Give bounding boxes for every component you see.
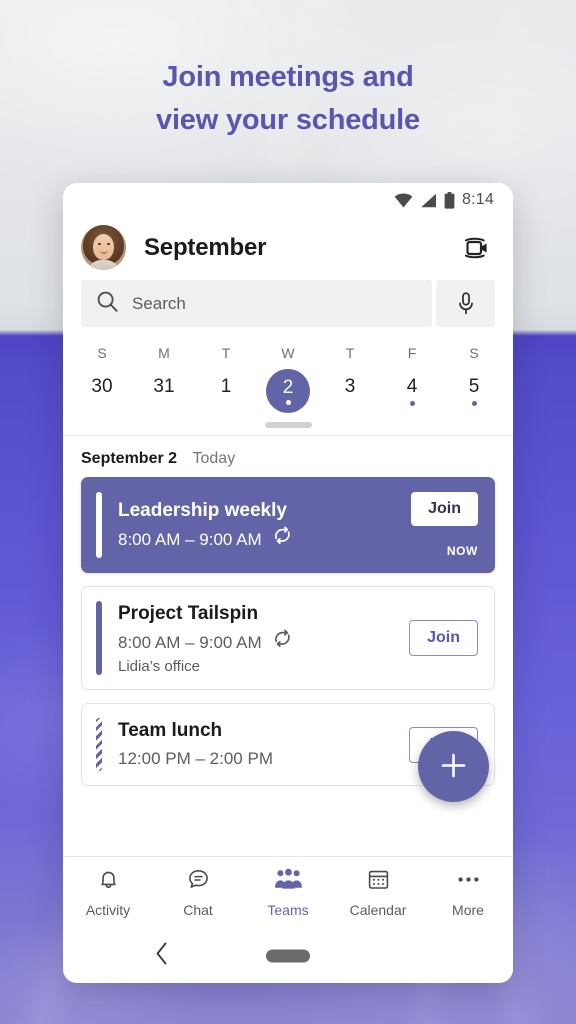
- event-title: Project Tailspin: [118, 603, 259, 624]
- promo-headline-line2: view your schedule: [156, 104, 420, 136]
- dow-label: F: [407, 345, 417, 361]
- day-number: 4: [406, 375, 418, 397]
- day-number: 30: [91, 375, 113, 397]
- dow-label: S: [469, 345, 479, 361]
- search-placeholder: Search: [132, 293, 186, 313]
- nav-item-activity[interactable]: Activity: [63, 867, 153, 918]
- day-number: 3: [344, 375, 356, 397]
- plus-icon: [438, 750, 469, 784]
- agenda-list: Leadership weekly 8:00 AM – 9:00 AM Join: [63, 468, 513, 802]
- day-number: 31: [153, 375, 175, 397]
- event-accent-bar-tentative: [96, 718, 102, 771]
- nav-item-more[interactable]: More: [423, 867, 513, 918]
- nav-label: Calendar: [349, 902, 407, 918]
- event-dot: [285, 399, 291, 405]
- dow-cell: M: [133, 339, 195, 364]
- calendar-icon: [366, 867, 391, 897]
- search-row: Search: [63, 276, 513, 337]
- avatar[interactable]: [81, 225, 126, 270]
- search-input[interactable]: Search: [81, 280, 432, 327]
- calendar-drag-handle[interactable]: [264, 422, 312, 428]
- event-card-current[interactable]: Leadership weekly 8:00 AM – 9:00 AM Join: [81, 477, 495, 573]
- calendar-day-3-selected[interactable]: 2: [257, 364, 319, 418]
- phone-screenshot: 8:14 September Search S M T W T F S 30 3…: [63, 183, 513, 983]
- event-card[interactable]: Project Tailspin 8:00 AM – 9:00 AM Lidia…: [81, 586, 495, 690]
- app-header: September: [63, 217, 513, 276]
- nav-item-calendar[interactable]: Calendar: [333, 867, 423, 918]
- calendar-day-1[interactable]: 31: [133, 364, 195, 418]
- join-button[interactable]: Join: [411, 492, 478, 526]
- dow-label: T: [221, 345, 231, 361]
- day-of-week-row: S M T W T F S: [71, 339, 505, 364]
- event-title: Team lunch: [118, 720, 223, 741]
- event-dot: [471, 400, 477, 406]
- nav-label: Chat: [183, 902, 213, 918]
- nav-label: More: [452, 902, 484, 918]
- day-number-selected: 2: [266, 369, 310, 413]
- bell-icon: [96, 867, 121, 897]
- dow-cell: S: [443, 339, 505, 364]
- dow-cell: W: [257, 339, 319, 364]
- video-camera-icon[interactable]: [462, 235, 495, 261]
- dow-cell: T: [195, 339, 257, 364]
- recurring-icon: [272, 629, 293, 655]
- calendar-day-2[interactable]: 1: [195, 364, 257, 418]
- event-time-row: 12:00 PM – 2:00 PM: [118, 746, 409, 771]
- wifi-icon: [394, 193, 413, 208]
- calendar-day-5[interactable]: 4: [381, 364, 443, 418]
- join-button[interactable]: Join: [409, 620, 478, 656]
- event-accent-bar: [96, 601, 102, 675]
- back-chevron-icon[interactable]: [154, 941, 170, 971]
- chat-bubble-icon: [186, 867, 211, 897]
- event-time-row: 8:00 AM – 9:00 AM: [118, 526, 411, 552]
- nav-label: Teams: [267, 902, 309, 918]
- android-system-nav: [63, 928, 513, 983]
- cellular-signal-icon: [420, 193, 437, 208]
- page-title: September: [144, 233, 267, 261]
- dow-cell: S: [71, 339, 133, 364]
- nav-label: Activity: [85, 902, 131, 918]
- calendar-day-6[interactable]: 5: [443, 364, 505, 418]
- home-pill-indicator[interactable]: [266, 949, 310, 962]
- microphone-icon[interactable]: [436, 280, 495, 327]
- battery-icon: [444, 191, 455, 209]
- search-icon: [97, 291, 118, 317]
- dow-label: M: [158, 345, 170, 361]
- agenda-header: September 2 Today: [63, 436, 513, 468]
- calendar-day-0[interactable]: 30: [71, 364, 133, 418]
- status-bar-time: 8:14: [462, 191, 494, 208]
- day-number: 1: [220, 375, 232, 397]
- dow-cell: T: [319, 339, 381, 364]
- nav-item-teams[interactable]: Teams: [243, 867, 333, 918]
- calendar-week-strip: S M T W T F S 30 31 1 2 3 4 5: [63, 337, 513, 436]
- day-number-text: 2: [282, 376, 294, 398]
- nav-item-chat[interactable]: Chat: [153, 867, 243, 918]
- new-event-fab[interactable]: [418, 731, 489, 802]
- status-bar: 8:14: [63, 183, 513, 217]
- event-accent-bar: [96, 492, 102, 558]
- event-time: 8:00 AM – 9:00 AM: [118, 529, 262, 549]
- day-number: 5: [468, 375, 480, 397]
- bottom-navigation: Activity Chat Teams Calendar More: [63, 856, 513, 928]
- event-time: 12:00 PM – 2:00 PM: [118, 749, 273, 768]
- dow-label: T: [345, 345, 355, 361]
- event-location: Lidia’s office: [118, 658, 201, 675]
- event-title: Leadership weekly: [118, 500, 287, 521]
- ellipsis-icon: [455, 867, 482, 897]
- promo-headline-line1: Join meetings and: [162, 61, 414, 93]
- recurring-icon: [272, 526, 293, 552]
- event-time-row: 8:00 AM – 9:00 AM: [118, 629, 409, 655]
- dow-label: S: [97, 345, 107, 361]
- agenda-today-label: Today: [192, 450, 236, 467]
- promo-headline: Join meetings and view your schedule: [0, 56, 576, 142]
- dow-label: W: [281, 345, 295, 361]
- agenda-date-label: September 2: [81, 450, 178, 467]
- dow-cell: F: [381, 339, 443, 364]
- event-dot: [409, 400, 415, 406]
- status-badge: NOW: [446, 544, 478, 558]
- date-row: 30 31 1 2 3 4 5: [71, 364, 505, 418]
- people-icon: [274, 867, 303, 897]
- calendar-day-4[interactable]: 3: [319, 364, 381, 418]
- event-time: 8:00 AM – 9:00 AM: [118, 632, 262, 652]
